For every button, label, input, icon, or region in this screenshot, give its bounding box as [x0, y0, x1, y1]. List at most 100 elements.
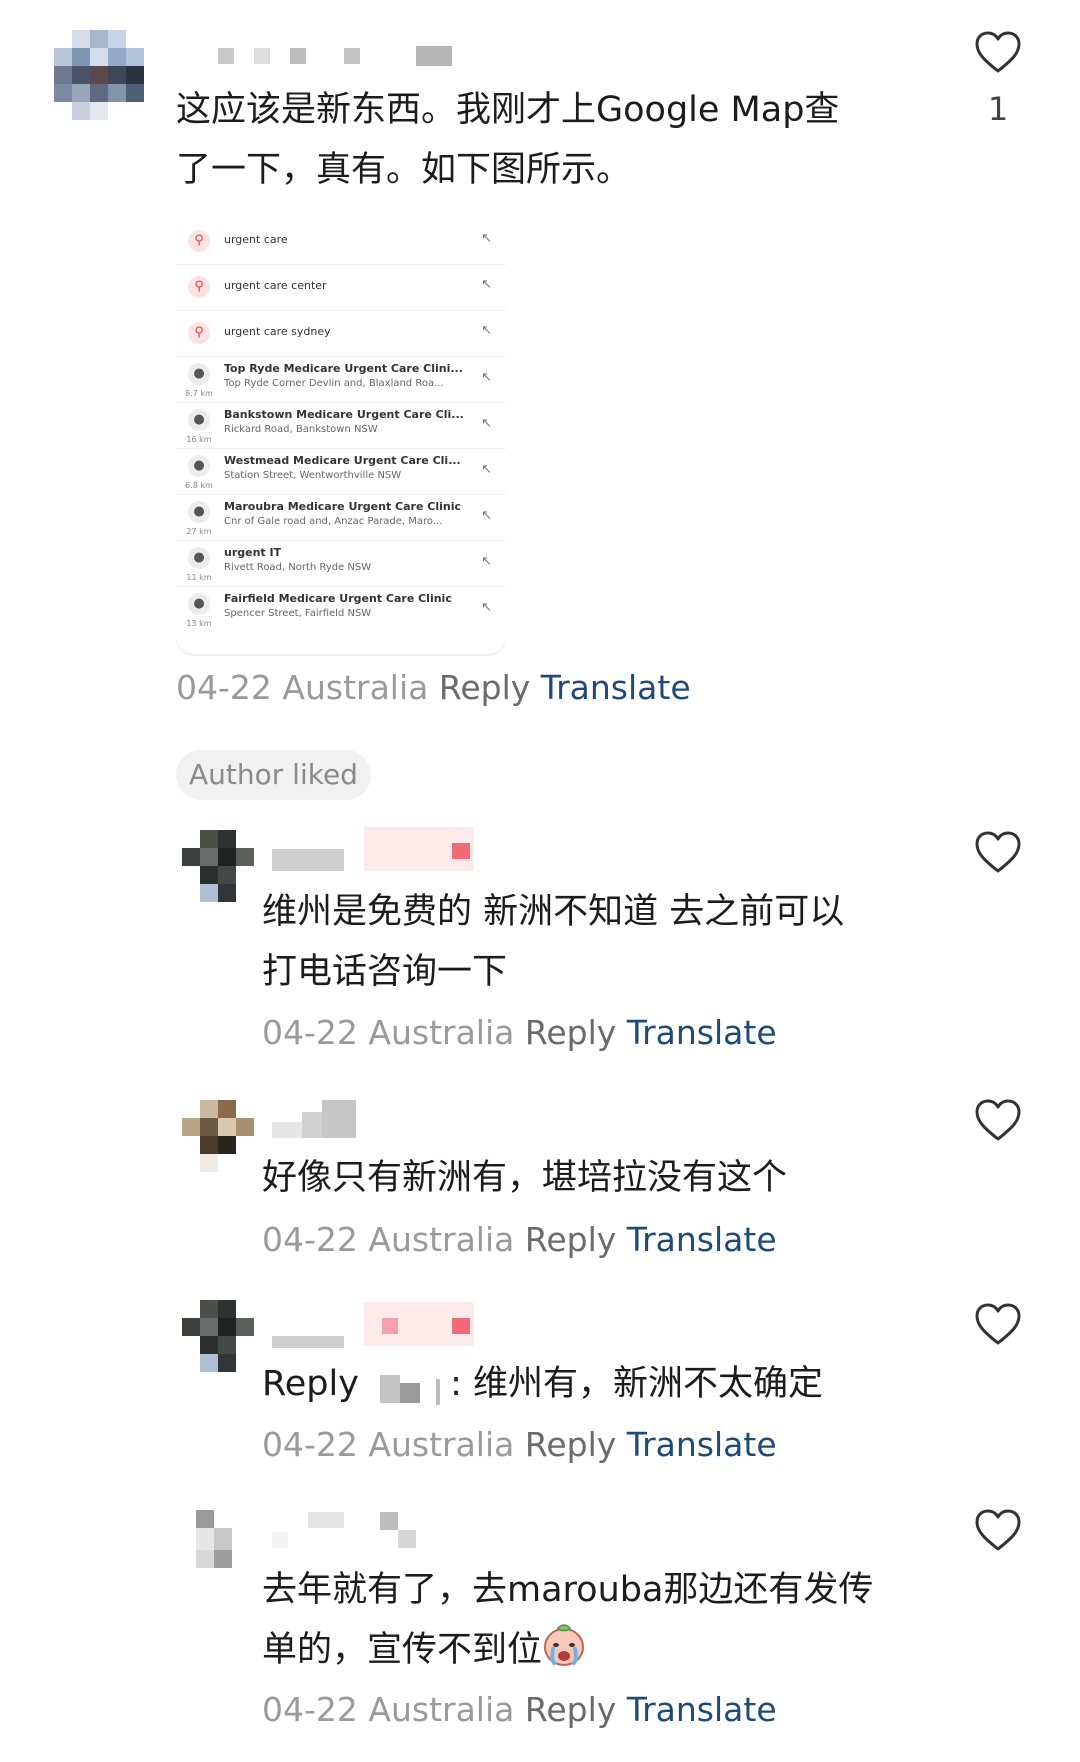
like-heart-icon[interactable]: [974, 30, 1022, 74]
location-pin-icon: ●: [188, 455, 210, 477]
comment-location: Australia: [368, 1013, 515, 1052]
reply-button[interactable]: Reply: [525, 1425, 616, 1464]
search-suggestion: ⚲ urgent care center ↖: [176, 264, 506, 311]
translate-button[interactable]: Translate: [627, 1220, 777, 1259]
author-liked-badge: Author liked: [176, 750, 371, 800]
translate-button[interactable]: Translate: [627, 1690, 777, 1729]
arrow-up-left-icon: ↖: [481, 600, 492, 615]
place-result: ● 27 km Maroubra Medicare Urgent Care Cl…: [176, 494, 506, 541]
place-address: Cnr of Gale road and, Anzac Parade, Maro…: [224, 516, 443, 527]
suggestion-text: urgent care sydney: [224, 325, 331, 338]
comment-text-line: 了一下，真有。如下图所示。: [176, 150, 632, 190]
place-distance: 13 km: [186, 619, 212, 628]
comment-text-line: 这应该是新东西。我刚才上Google Map查: [176, 90, 840, 130]
avatar[interactable]: [182, 1300, 254, 1372]
place-name: urgent IT: [224, 546, 282, 559]
place-distance: 27 km: [186, 527, 212, 536]
location-pin-icon: ●: [188, 501, 210, 523]
like-heart-icon[interactable]: [974, 1508, 1022, 1552]
comment-meta: 04-22 Australia Reply Translate: [262, 1690, 777, 1729]
place-result: ● 8.7 km Top Ryde Medicare Urgent Care C…: [176, 356, 506, 403]
avatar[interactable]: [196, 1510, 236, 1570]
comment-meta: 04-22 Australia Reply Translate: [262, 1220, 777, 1259]
avatar[interactable]: [182, 1100, 254, 1172]
comment-date: 04-22: [262, 1690, 358, 1729]
suggestion-text: urgent care: [224, 233, 288, 246]
location-pin-icon: ●: [188, 363, 210, 385]
mention-redacted[interactable]: [380, 1369, 450, 1405]
arrow-up-left-icon: ↖: [481, 554, 492, 569]
comment-date: 04-22: [262, 1220, 358, 1259]
suggestion-text: urgent care center: [224, 279, 327, 292]
reply-button[interactable]: Reply: [525, 1013, 616, 1052]
username-redacted[interactable]: [272, 1512, 422, 1552]
place-name: Bankstown Medicare Urgent Care Cli...: [224, 408, 464, 421]
comment-location: Australia: [368, 1220, 515, 1259]
attached-image[interactable]: ⚲ urgent care ↖ ⚲ urgent care center ↖ ⚲…: [176, 218, 506, 654]
reply-button[interactable]: Reply: [525, 1220, 616, 1259]
username-redacted[interactable]: [272, 1100, 372, 1140]
place-distance: 6.8 km: [185, 481, 213, 490]
place-distance: 11 km: [186, 573, 212, 582]
place-address: Spencer Street, Fairfield NSW: [224, 608, 372, 619]
username-redacted[interactable]: [272, 1300, 492, 1350]
place-name: Westmead Medicare Urgent Care Cli...: [224, 454, 461, 467]
like-heart-icon[interactable]: [974, 1098, 1022, 1142]
place-name: Fairfield Medicare Urgent Care Clinic: [224, 592, 452, 605]
arrow-up-left-icon: ↖: [481, 462, 492, 477]
comment-location: Australia: [368, 1425, 515, 1464]
comment-meta: 04-22 Australia Reply Translate: [262, 1013, 777, 1052]
location-pin-icon: ●: [188, 409, 210, 431]
comment-date: 04-22: [262, 1425, 358, 1464]
place-address: Rickard Road, Bankstown NSW: [224, 424, 378, 435]
arrow-up-left-icon: ↖: [481, 231, 492, 246]
place-result: ● 6.8 km Westmead Medicare Urgent Care C…: [176, 448, 506, 495]
arrow-up-left-icon: ↖: [481, 508, 492, 523]
translate-button[interactable]: Translate: [627, 1425, 777, 1464]
place-name: Maroubra Medicare Urgent Care Clinic: [224, 500, 461, 513]
crying-face-emoji: [542, 1623, 586, 1667]
place-address: Station Street, Wentworthville NSW: [224, 470, 402, 481]
comment-text: 这应该是新东西。我刚才上Google Map查 了一下，真有。如下图所示。: [176, 80, 876, 200]
arrow-up-left-icon: ↖: [481, 277, 492, 292]
arrow-up-left-icon: ↖: [481, 416, 492, 431]
reply-button[interactable]: Reply: [525, 1690, 616, 1729]
like-heart-icon[interactable]: [974, 830, 1022, 874]
comment-text: 好像只有新洲有，堪培拉没有这个: [262, 1148, 912, 1208]
comment-text: Reply : 维州有，新洲不太确定: [262, 1354, 912, 1414]
comment-text-line: 打电话咨询一下: [262, 952, 508, 992]
comment-date: 04-22: [176, 668, 272, 707]
search-icon: ⚲: [188, 230, 210, 252]
comment-date: 04-22: [262, 1013, 358, 1052]
username-redacted[interactable]: [272, 825, 492, 875]
search-icon: ⚲: [188, 276, 210, 298]
place-distance: 8.7 km: [185, 389, 213, 398]
arrow-up-left-icon: ↖: [481, 323, 492, 338]
avatar[interactable]: [54, 30, 146, 140]
avatar[interactable]: [182, 830, 254, 902]
username-redacted[interactable]: [218, 46, 458, 68]
translate-button[interactable]: Translate: [627, 1013, 777, 1052]
comment-meta: 04-22 Australia Reply Translate: [262, 1425, 777, 1464]
search-icon: ⚲: [188, 322, 210, 344]
comment-text-line: 维州是免费的 新洲不知道 去之前可以: [262, 892, 845, 932]
place-result: ● 11 km urgent IT Rivett Road, North Ryd…: [176, 540, 506, 587]
place-address: Rivett Road, North Ryde NSW: [224, 562, 372, 573]
comment-meta: 04-22 Australia Reply Translate: [176, 668, 691, 707]
search-suggestion: ⚲ urgent care ↖: [176, 218, 506, 265]
translate-button[interactable]: Translate: [541, 668, 691, 707]
place-result: ● 13 km Fairfield Medicare Urgent Care C…: [176, 586, 506, 632]
comment-text-line: 好像只有新洲有，堪培拉没有这个: [262, 1158, 788, 1198]
comment-text-line: 去年就有了，去marouba那边还有发传: [262, 1570, 874, 1610]
place-address: Top Ryde Corner Devlin and, Blaxland Roa…: [224, 378, 444, 389]
place-distance: 16 km: [186, 435, 212, 444]
comment-text: 去年就有了，去marouba那边还有发传 单的，宣传不到位: [262, 1560, 942, 1680]
comment-location: Australia: [282, 668, 429, 707]
search-suggestion: ⚲ urgent care sydney ↖: [176, 310, 506, 357]
arrow-up-left-icon: ↖: [481, 370, 492, 385]
reply-button[interactable]: Reply: [439, 668, 530, 707]
comment-text: 维州是免费的 新洲不知道 去之前可以 打电话咨询一下: [262, 882, 912, 1002]
like-heart-icon[interactable]: [974, 1302, 1022, 1346]
location-pin-icon: ●: [188, 593, 210, 615]
reply-prefix: Reply: [262, 1364, 359, 1404]
